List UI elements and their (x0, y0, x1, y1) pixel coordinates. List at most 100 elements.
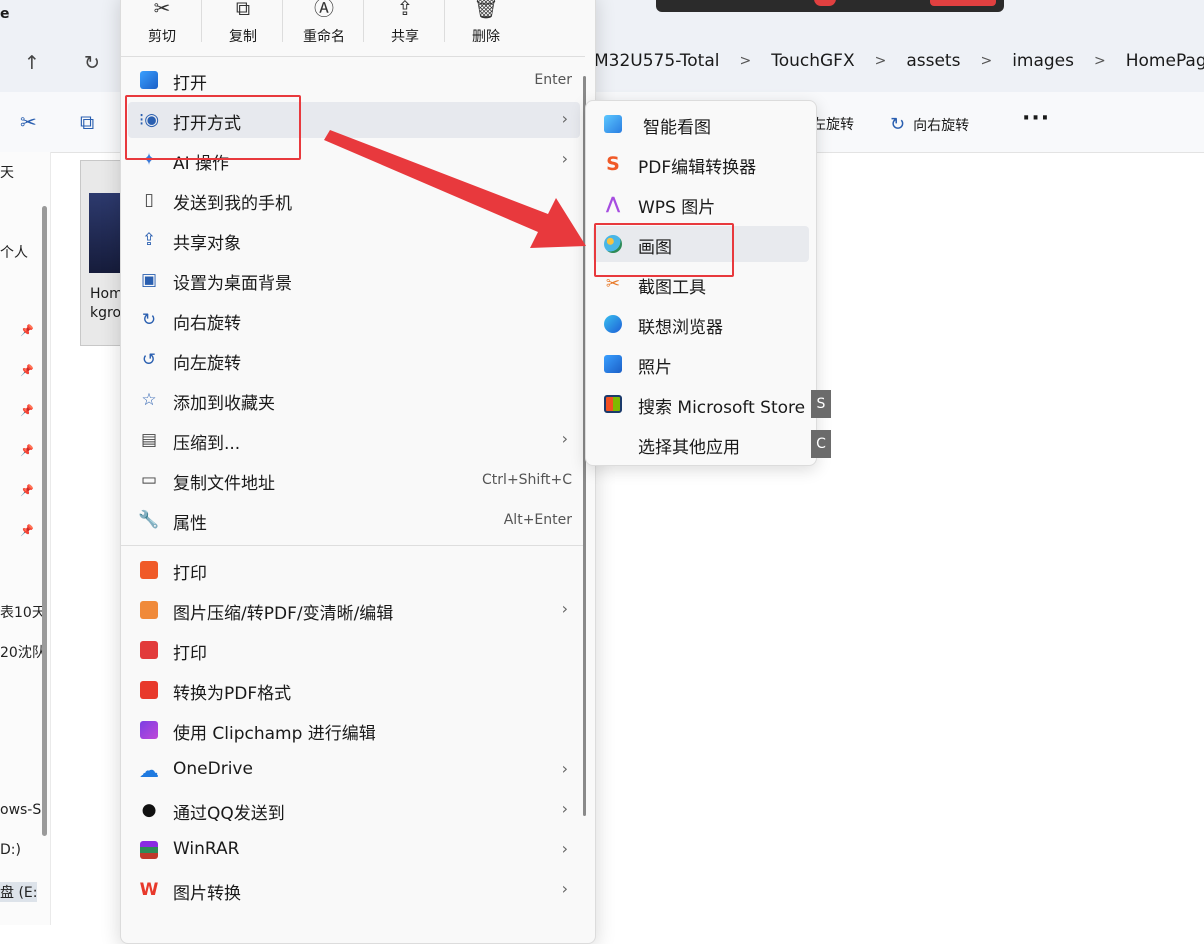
menu-item-copy-path[interactable]: ▭ 复制文件地址 Ctrl+Shift+C (128, 462, 580, 498)
menu-label: 发送到我的手机 (173, 194, 292, 214)
submenu-item-pdf-editor[interactable]: S PDF编辑转换器 (593, 146, 809, 182)
phone-icon: ▯ (144, 189, 154, 210)
submenu-label: PDF编辑转换器 (638, 158, 757, 178)
file-name: Hom kgro (90, 285, 123, 323)
chevron-right-icon: › (561, 109, 568, 128)
menu-item-image-convert[interactable]: W 图片转换 › (128, 872, 580, 908)
submenu-label: 照片 (638, 358, 672, 378)
separator (121, 545, 585, 546)
menu-label: 通过QQ发送到 (173, 804, 285, 824)
submenu-item-smart-viewer[interactable]: 智能看图 (593, 106, 809, 142)
recording-indicator (814, 0, 836, 6)
scissors-icon[interactable]: ✂ (20, 110, 37, 134)
trash-icon: 🗑 (473, 0, 499, 20)
nav-item[interactable]: 表10天 (0, 602, 46, 622)
nav-scrollbar[interactable] (42, 206, 47, 836)
nav-item[interactable]: ows-S (0, 802, 41, 818)
shortcut-text: Enter (534, 72, 572, 88)
file-name-line: kgro (90, 305, 122, 321)
image-edit-icon (138, 599, 160, 621)
window-title: e (0, 6, 10, 22)
divider (201, 0, 202, 42)
cut-button[interactable]: ✂ 剪切 (130, 0, 194, 46)
breadcrumb-item[interactable]: HomePage (1126, 51, 1204, 71)
chevron-right-icon: › (561, 429, 568, 448)
clipchamp-icon (138, 719, 160, 741)
submenu-label: 搜索 Microsoft Store (638, 398, 806, 418)
stop-share-button[interactable] (930, 0, 996, 6)
menu-item-rotate-right[interactable]: ↻ 向右旋转 (128, 302, 580, 338)
menu-item-onedrive[interactable]: ☁ OneDrive › (128, 752, 580, 788)
menu-label: 向右旋转 (173, 314, 241, 334)
chevron-right-icon: › (561, 759, 568, 778)
breadcrumb-item[interactable]: images (1012, 51, 1074, 71)
rotate-right-icon: ↻ (141, 309, 157, 330)
menu-label: 共享对象 (173, 234, 241, 254)
rotate-left-button[interactable]: 左旋转 (812, 114, 854, 134)
menu-label: 向左旋转 (173, 354, 241, 374)
menu-label: 设置为桌面背景 (173, 274, 292, 294)
separator (121, 56, 585, 57)
chevron-right-icon: › (561, 799, 568, 818)
wrench-icon: 🔧 (138, 509, 160, 530)
path-icon: ▭ (140, 469, 158, 490)
screen-share-bar (656, 0, 1004, 12)
menu-item-open[interactable]: 打开 Enter (128, 62, 580, 98)
breadcrumb-item[interactable]: assets (906, 51, 960, 71)
keytip-badge: C (811, 430, 831, 458)
menu-item-convert-pdf[interactable]: 转换为PDF格式 (128, 672, 580, 708)
pin-icon: 📌 (20, 524, 34, 537)
copy-button[interactable]: ⧉ 复制 (211, 0, 275, 46)
delete-button[interactable]: 🗑 删除 (454, 0, 518, 46)
breadcrumb-item[interactable]: M32U575-Total (594, 51, 719, 71)
cut-label: 剪切 (148, 29, 176, 45)
submenu-item-choose-other[interactable]: 选择其他应用 (593, 426, 809, 462)
zip-icon: ▤ (140, 429, 158, 450)
rotate-right-button[interactable]: ↻ 向右旋转 (890, 114, 969, 135)
menu-item-print[interactable]: 打印 (128, 552, 580, 588)
nav-item[interactable]: 个人 (0, 242, 28, 262)
scissors-icon: ✂ (153, 0, 171, 20)
nav-item[interactable]: D:) (0, 842, 21, 858)
copy-icon[interactable]: ⧉ (80, 110, 94, 134)
menu-item-send-to-phone[interactable]: ▯ 发送到我的手机 (128, 182, 580, 218)
menu-label: 打印 (173, 564, 207, 584)
submenu-item-ms-store[interactable]: 搜索 Microsoft Store (593, 386, 809, 422)
menu-item-set-wallpaper[interactable]: ▣ 设置为桌面背景 (128, 262, 580, 298)
menu-label: 压缩到... (173, 434, 241, 454)
menu-item-qq-send[interactable]: ● 通过QQ发送到 › (128, 792, 580, 828)
keytip-badge: S (811, 390, 831, 418)
submenu-item-lenovo-browser[interactable]: 联想浏览器 (593, 306, 809, 342)
nav-item[interactable]: 盘 (E: (0, 882, 38, 902)
share-button[interactable]: ⇪ 共享 (373, 0, 437, 46)
menu-item-properties[interactable]: 🔧 属性 Alt+Enter (128, 502, 580, 538)
nav-item[interactable]: 天 (0, 162, 14, 182)
menu-label: 图片压缩/转PDF/变清晰/编辑 (173, 604, 394, 624)
submenu-label: 选择其他应用 (638, 438, 740, 458)
nav-item[interactable]: 20沈队 (0, 642, 46, 662)
menu-item-add-favorites[interactable]: ☆ 添加到收藏夹 (128, 382, 580, 418)
submenu-item-wps-image[interactable]: ⋀ WPS 图片 (593, 186, 809, 222)
menu-item-clipchamp[interactable]: 使用 Clipchamp 进行编辑 (128, 712, 580, 748)
wps-image-icon: ⋀ (605, 193, 621, 214)
breadcrumb-item[interactable]: TouchGFX (771, 51, 854, 71)
share-icon: ⇪ (141, 229, 157, 250)
pin-icon: 📌 (20, 444, 34, 457)
more-options-button[interactable]: ··· (1022, 106, 1050, 131)
menu-item-print-2[interactable]: 打印 (128, 632, 580, 668)
menu-item-rotate-left[interactable]: ↺ 向左旋转 (128, 342, 580, 378)
refresh-button[interactable]: ↻ (84, 52, 100, 74)
file-thumbnail[interactable]: Hom kgro (80, 160, 124, 346)
menu-item-winrar[interactable]: WinRAR › (128, 832, 580, 868)
chevron-right-icon: › (561, 599, 568, 618)
menu-item-compress[interactable]: ▤ 压缩到... › (128, 422, 580, 458)
rename-button[interactable]: Ⓐ 重命名 (292, 0, 356, 46)
menu-label: 复制文件地址 (173, 474, 275, 494)
photos-icon (601, 353, 625, 375)
menu-item-share[interactable]: ⇪ 共享对象 (128, 222, 580, 258)
submenu-label: WPS 图片 (638, 198, 716, 218)
qq-icon: ● (141, 799, 157, 820)
up-button[interactable]: ↑ (24, 52, 40, 74)
submenu-item-photos[interactable]: 照片 (593, 346, 809, 382)
menu-item-image-tools[interactable]: 图片压缩/转PDF/变清晰/编辑 › (128, 592, 580, 628)
